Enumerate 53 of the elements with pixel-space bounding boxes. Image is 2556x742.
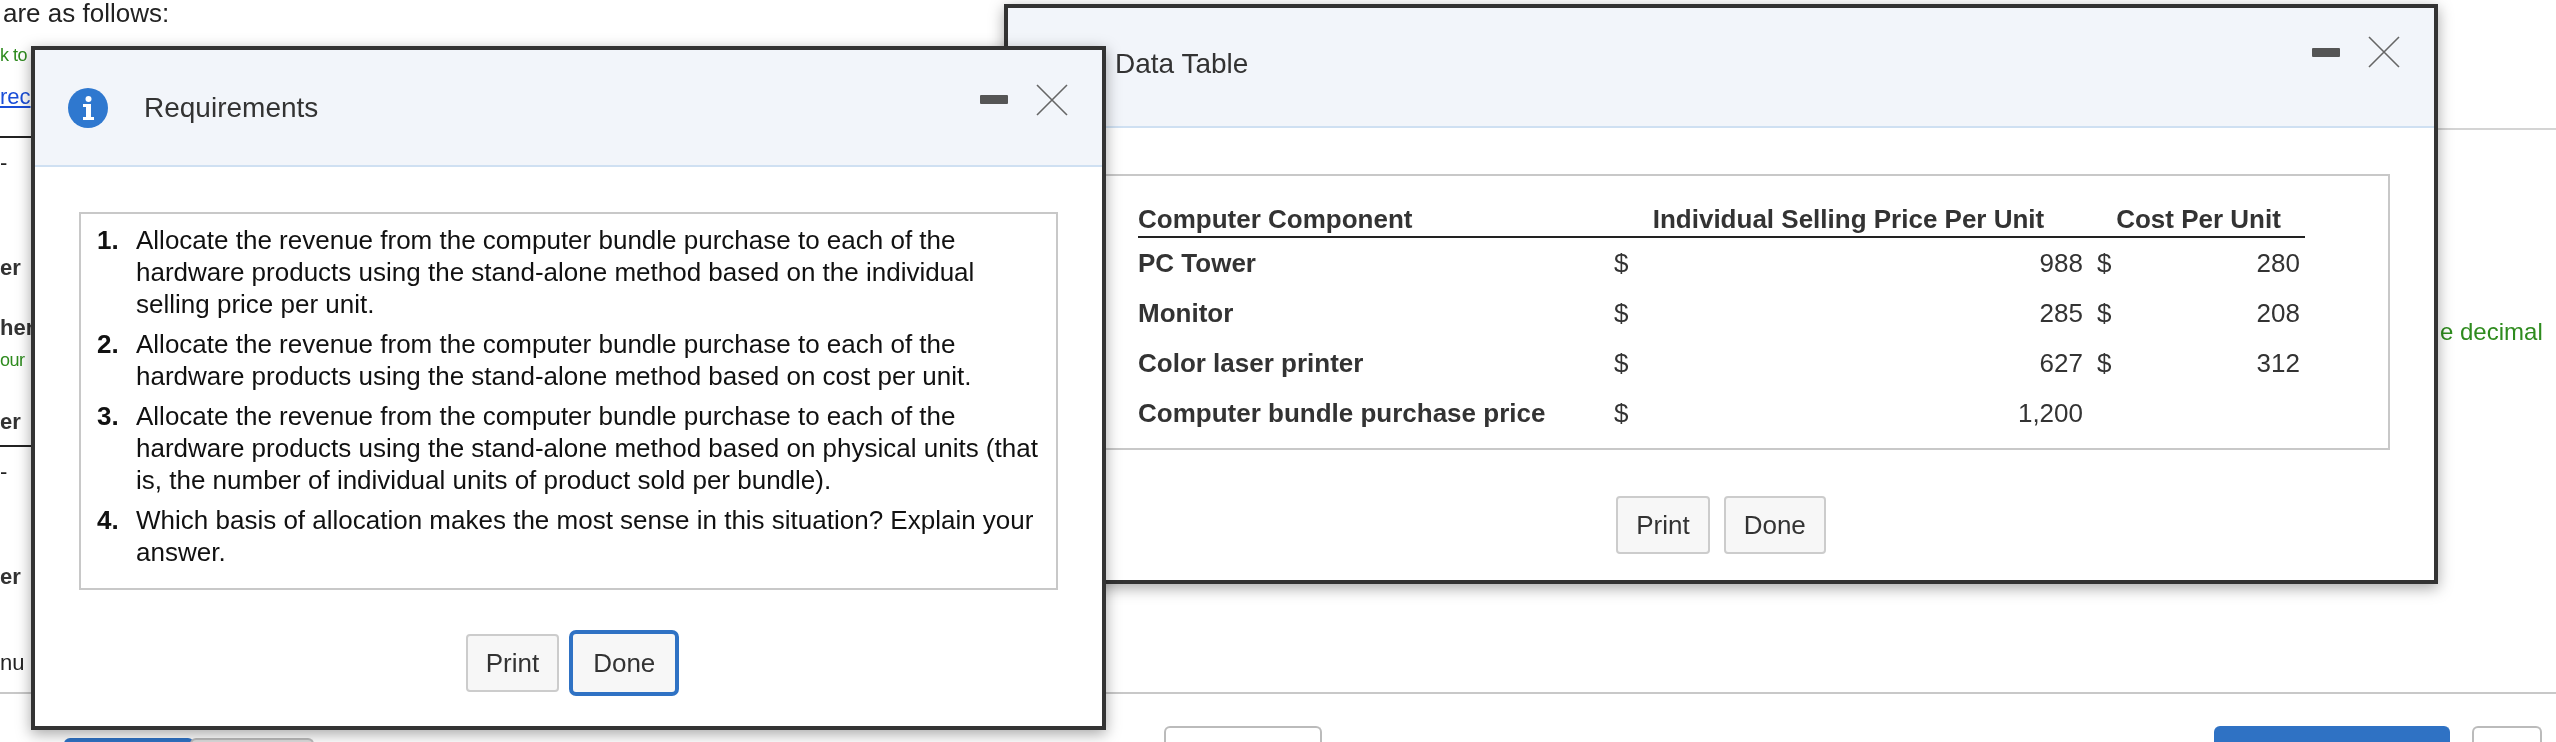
hint-text: e decimal xyxy=(2440,318,2543,346)
done-button[interactable]: Done xyxy=(569,630,680,696)
column-header: Cost Per Unit xyxy=(2115,203,2282,236)
requirement-text: Allocate the revenue from the computer bundle purchase to each of the hardware products using the stand-alone method based on physical units (that is, the number of individual units of product sold per bundle). xyxy=(136,400,1039,496)
intro-text: are as follows: xyxy=(2,0,170,26)
table-cell-text: 988 xyxy=(2039,247,2083,280)
table-cell-text: Monitor xyxy=(1138,297,1235,330)
text-fragment: her xyxy=(0,314,35,342)
currency-symbol: $ xyxy=(2097,347,2112,380)
currency-symbol: $ xyxy=(1614,347,1629,380)
partial-button[interactable] xyxy=(1164,726,1322,742)
table-cell-text: PC Tower xyxy=(1138,247,1257,280)
table-cell-text: 312 xyxy=(2256,347,2300,380)
dialog-title: Requirements xyxy=(144,91,319,124)
currency-symbol: $ xyxy=(1614,247,1629,280)
column-header: Computer Component xyxy=(1138,203,1414,236)
partial-button[interactable] xyxy=(2472,726,2542,742)
dialog-title: Data Table xyxy=(1115,48,1249,80)
table-cell-text: 280 xyxy=(2256,247,2300,280)
currency-symbol: $ xyxy=(2097,247,2112,280)
currency-symbol: $ xyxy=(2097,297,2112,330)
text-fragment: - xyxy=(0,458,8,486)
text-fragment: er xyxy=(0,254,21,282)
close-icon[interactable] xyxy=(2368,36,2400,68)
minimize-icon[interactable] xyxy=(2312,47,2340,57)
currency-symbol: $ xyxy=(1614,297,1629,330)
currency-symbol: $ xyxy=(1614,397,1629,430)
text-fragment: er xyxy=(0,563,21,591)
column-header: Individual Selling Price Per Unit xyxy=(1651,203,2046,236)
link[interactable]: rec xyxy=(0,83,31,111)
table-cell-text: Color laser printer xyxy=(1138,347,1365,380)
text-fragment: er xyxy=(0,408,21,436)
text-fragment: nu xyxy=(0,649,25,677)
requirement-text: Allocate the revenue from the computer bundle purchase to each of the hardware products using the stand-alone method based on the individual selling price per unit. xyxy=(136,224,976,320)
table-cell-text: 1,200 xyxy=(2017,397,2083,430)
close-icon[interactable] xyxy=(1036,83,1068,116)
requirement-text: Allocate the revenue from the computer bundle purchase to each of the hardware products using the stand-alone method based on cost per unit. xyxy=(136,328,973,392)
text-fragment: k to xyxy=(0,44,27,67)
print-button[interactable]: Print xyxy=(465,634,560,692)
done-button[interactable]: Done xyxy=(1723,496,1826,554)
table-cell-text: 627 xyxy=(2039,347,2083,380)
item-number: 2. xyxy=(97,328,120,361)
item-number: 3. xyxy=(97,400,120,433)
print-button[interactable]: Print xyxy=(1616,496,1710,554)
requirement-text: Which basis of allocation makes the most sense in this situation? Explain your answer. xyxy=(136,504,1035,568)
text-fragment: - xyxy=(0,149,8,177)
item-number: 1. xyxy=(97,224,120,257)
item-number: 4. xyxy=(97,504,120,537)
text-fragment: our xyxy=(0,349,25,372)
table-cell-text: 285 xyxy=(2039,297,2083,330)
table-cell-text: 208 xyxy=(2256,297,2300,330)
info-icon xyxy=(68,87,108,128)
table-cell-text: Computer bundle purchase price xyxy=(1138,397,1547,430)
